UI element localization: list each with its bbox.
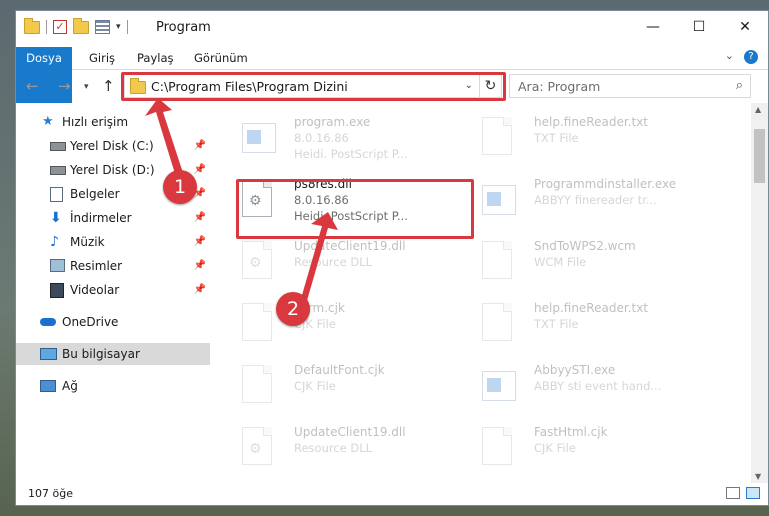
callout-step-1: 1 <box>163 170 197 204</box>
callout-arrows <box>145 98 338 304</box>
callout-step-2: 2 <box>276 292 310 326</box>
arrow-to-file <box>300 212 338 304</box>
